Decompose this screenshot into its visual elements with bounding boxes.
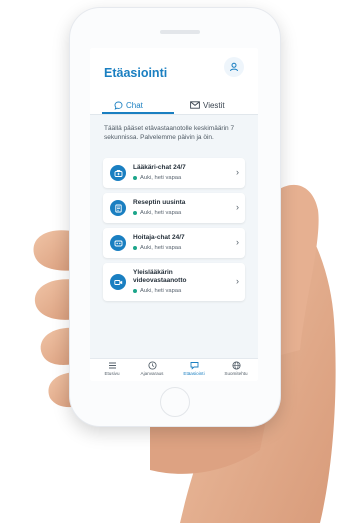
chat-icon — [190, 362, 198, 370]
globe-icon — [231, 361, 241, 370]
service-status-label: Auki, heti vapaa — [140, 288, 182, 294]
service-status: Auki, heti vapaa — [133, 288, 181, 294]
nav-label: Ajanvaraus — [140, 371, 164, 376]
service-status: Auki, heti vapaa — [133, 210, 181, 216]
service-card-nurse-chat[interactable]: Hoitaja-chat 24/7 Auki, heti vapaa › — [103, 228, 245, 258]
nav-item-home[interactable]: Etusivu — [92, 361, 132, 376]
nav-item-booking[interactable]: Ajanvaraus — [132, 361, 172, 376]
chevron-right-icon: › — [236, 276, 239, 286]
active-tab-indicator — [102, 112, 174, 114]
envelope-icon — [190, 101, 200, 109]
service-status: Auki, heti vapaa — [133, 175, 181, 181]
service-card-video-appointment[interactable]: Yleislääkärin videovastaanotto Auki, het… — [103, 263, 245, 301]
status-dot — [133, 289, 137, 293]
service-status-label: Auki, heti vapaa — [140, 175, 182, 181]
service-status-label: Auki, heti vapaa — [140, 245, 182, 251]
service-status: Auki, heti vapaa — [133, 245, 181, 251]
chevron-right-icon: › — [236, 237, 239, 247]
video-camera-icon — [110, 274, 126, 290]
nav-label: Etäasiointi — [183, 371, 205, 376]
clock-icon — [147, 361, 157, 370]
nav-item-suomitehtu[interactable]: Suomitehtu — [216, 361, 256, 376]
service-title: Yleislääkärin videovastaanotto — [133, 269, 187, 284]
service-list: Lääkäri-chat 24/7 Auki, heti vapaa › Res… — [103, 158, 245, 306]
service-title: Lääkäri-chat 24/7 — [133, 164, 186, 171]
service-card-prescription[interactable]: Reseptin uusinta Auki, heti vapaa › — [103, 193, 245, 223]
tab-messages[interactable]: Viestit — [190, 96, 225, 114]
chevron-right-icon: › — [236, 202, 239, 212]
service-title: Hoitaja-chat 24/7 — [133, 234, 185, 241]
app-header: Etäasiointi Chat Viestit — [90, 48, 258, 115]
profile-button[interactable] — [224, 57, 244, 77]
service-card-doctor-chat[interactable]: Lääkäri-chat 24/7 Auki, heti vapaa › — [103, 158, 245, 188]
status-dot — [133, 246, 137, 250]
phone-home-button[interactable] — [160, 387, 190, 417]
tab-messages-label: Viestit — [203, 100, 225, 110]
status-dot — [133, 211, 137, 215]
service-title: Reseptin uusinta — [133, 199, 186, 206]
app-screen: Etäasiointi Chat Viestit Täällä pääset e… — [90, 48, 258, 381]
doctor-bag-icon — [110, 165, 126, 181]
intro-text: Täällä pääset etävastaanotolle keskimäär… — [104, 125, 235, 141]
phone-speaker — [160, 30, 200, 34]
home-list-icon — [108, 362, 116, 369]
chevron-right-icon: › — [236, 167, 239, 177]
nurse-icon — [110, 235, 126, 251]
user-icon — [230, 62, 238, 72]
prescription-icon — [110, 200, 126, 216]
page-title: Etäasiointi — [104, 66, 168, 80]
service-status-label: Auki, heti vapaa — [140, 210, 182, 216]
status-dot — [133, 176, 137, 180]
nav-item-remote-care[interactable]: Etäasiointi — [174, 361, 214, 376]
chat-bubble-icon — [114, 101, 123, 110]
nav-label: Etusivu — [104, 371, 120, 376]
tab-chat-label: Chat — [126, 100, 143, 110]
bottom-nav: Etusivu Ajanvaraus Etäasiointi Suomiteht… — [90, 358, 258, 381]
nav-label: Suomitehtu — [224, 371, 248, 376]
